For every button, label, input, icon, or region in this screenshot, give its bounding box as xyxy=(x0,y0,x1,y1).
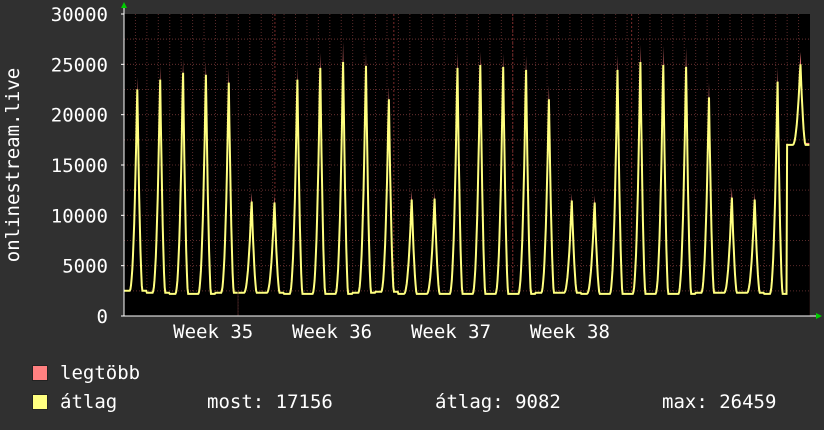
legend: legtöbb átlag most: 17156 átlag: 9082 ma… xyxy=(32,362,812,422)
graph-panel: 0 5000 10000 15000 20000 25000 30000 Week 35 Wee… xyxy=(0,0,824,430)
traffic-chart: 0 5000 10000 15000 20000 25000 30000 Week 35 Wee… xyxy=(2,2,822,343)
max-swatch xyxy=(32,365,48,381)
y-axis-label: onlinestream.live xyxy=(2,68,24,262)
y-tick-label: 15000 xyxy=(51,155,108,177)
y-axis-arrow-icon xyxy=(121,2,127,8)
legend-avg-label: átlag xyxy=(60,391,118,413)
stat-now: most: 17156 xyxy=(207,391,333,413)
legend-item-avg: átlag most: 17156 átlag: 9082 max: 26459 xyxy=(32,391,776,413)
stat-max: max: 26459 xyxy=(662,391,777,413)
legend-max-label: legtöbb xyxy=(60,362,141,384)
legend-item-max: legtöbb xyxy=(32,362,140,384)
stat-avg: átlag: 9082 xyxy=(435,391,561,413)
x-tick-label: Week 35 xyxy=(173,321,253,343)
y-tick-label: 0 xyxy=(97,306,108,328)
y-tick-label: 30000 xyxy=(51,4,108,26)
y-tick-label: 25000 xyxy=(51,54,108,76)
avg-swatch xyxy=(32,394,48,410)
x-axis-arrow-icon xyxy=(816,313,822,319)
x-tick-label: Week 37 xyxy=(411,321,491,343)
y-tick-label: 20000 xyxy=(51,105,108,127)
x-tick-label: Week 38 xyxy=(530,321,610,343)
y-tick-label: 5000 xyxy=(62,256,108,278)
x-tick-label: Week 36 xyxy=(292,321,372,343)
y-tick-label: 10000 xyxy=(51,205,108,227)
